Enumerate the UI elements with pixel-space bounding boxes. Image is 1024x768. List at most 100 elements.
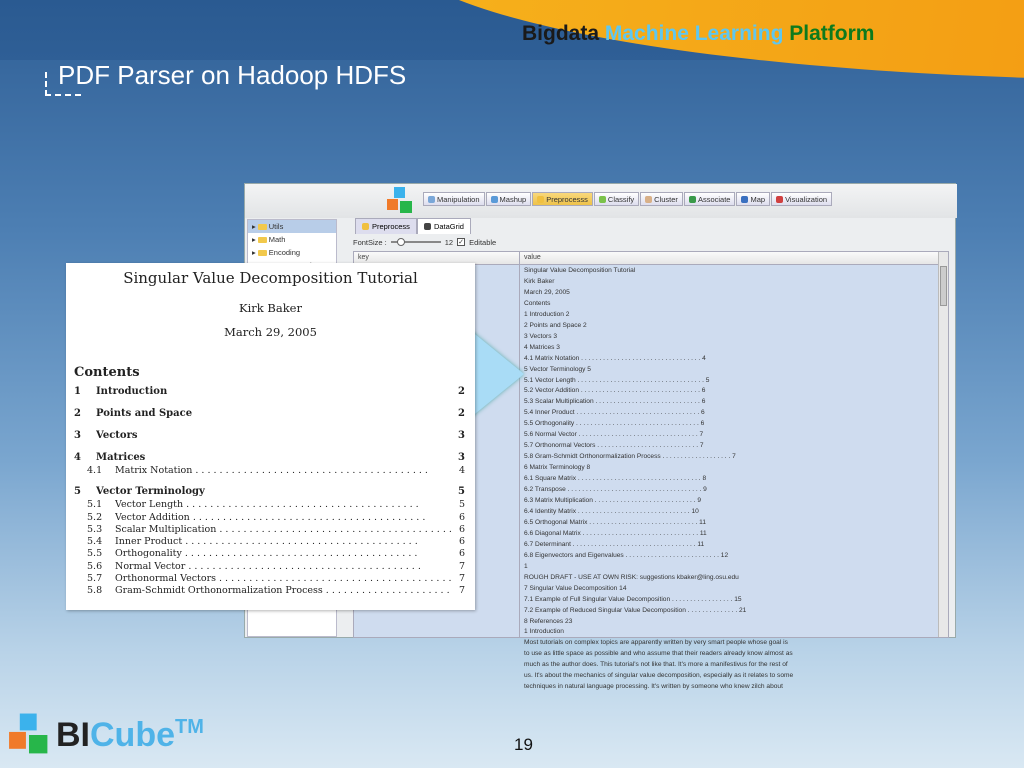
bicube-logo-icon — [387, 187, 412, 213]
toc-section: 5 Vector Terminology 5 — [74, 486, 465, 499]
toolbar-button-label: Associate — [697, 194, 731, 204]
toolbar-button-cluster[interactable]: Cluster — [640, 192, 683, 206]
toc-num: 5.7 — [87, 573, 103, 585]
toolbar-button-label: Visualization — [785, 194, 828, 204]
value-line: much as the author does. This tutorial's… — [524, 661, 788, 669]
expand-arrow-icon[interactable]: ▸ — [252, 222, 256, 231]
toc-subsection: 5.4 Inner Product 6 — [74, 536, 465, 548]
value-line: 5 Vector Terminology 5 — [524, 365, 591, 373]
toc-subsection: 5.2 Vector Addition 6 — [74, 512, 465, 524]
toolbar-button-associate[interactable]: Associate — [683, 192, 736, 206]
toc-title: Scalar Multiplication — [115, 524, 453, 536]
fontsize-value: 12 — [444, 237, 454, 247]
value-line: 1 Introduction 2 — [524, 310, 570, 318]
toolbar-button-classify[interactable]: Classify — [593, 192, 640, 206]
fontsize-label: FontSize : — [353, 237, 387, 247]
toc-section: 3 Vectors 3 — [74, 430, 465, 443]
toc-page: 7 — [458, 560, 465, 572]
toc-num: 2 — [74, 408, 81, 419]
expand-arrow-icon[interactable]: ▸ — [252, 235, 256, 244]
toc-title: Vector Terminology — [96, 486, 205, 498]
toolbar-button-manipulation[interactable]: Manipulation — [423, 192, 485, 206]
tree-item-label: Math — [268, 235, 286, 244]
toolbar-button-mashup[interactable]: Mashup — [485, 192, 532, 206]
editable-label: Editable — [469, 237, 497, 247]
toc-subsection: 5.7 Orthonormal Vectors 7 — [74, 573, 465, 585]
toolbar-button-visualization[interactable]: Visualization — [771, 192, 833, 206]
visualization-icon — [776, 195, 784, 203]
header-part3: Platform — [789, 22, 875, 45]
value-line: 6.4 Identity Matrix . . . . . . . . . . … — [524, 507, 699, 515]
toolbar: Manipulation Mashup Preprocesss Classify Clu… — [245, 184, 957, 218]
toc-title: Inner Product — [115, 536, 453, 548]
page-number: 19 — [514, 735, 533, 754]
tab-label: Preprocess — [372, 222, 410, 231]
pdf-date: March 29, 2005 — [224, 325, 317, 339]
toc-page: 6 — [458, 536, 465, 548]
value-line: 1 Introduction — [524, 628, 564, 636]
tree-item-label: Encoding — [268, 248, 301, 257]
value-line: us. It's about the mechanics of singular… — [524, 672, 794, 680]
toc-page: 6 — [458, 511, 465, 523]
fontsize-row: FontSize : 12 ✓ Editable — [351, 234, 955, 250]
toc-num: 5.2 — [87, 511, 103, 523]
vertical-scrollbar[interactable] — [938, 252, 948, 637]
toc-title: Vectors — [96, 430, 138, 441]
toc-title: Gram-Schmidt Orthonormalization Process — [115, 585, 453, 597]
toc-num: 5.4 — [87, 536, 103, 548]
scrollbar-thumb[interactable] — [940, 266, 947, 306]
value-line: 8 References 23 — [524, 617, 573, 625]
preprocess-icon — [362, 223, 369, 230]
toc-subsection: 5.8 Gram-Schmidt Orthonormalization Proce… — [74, 585, 465, 597]
value-line: 6.5 Orthogonal Matrix . . . . . . . . . … — [524, 518, 706, 526]
tree-item-encoding[interactable]: ▸ Encoding — [248, 246, 336, 259]
tab-label: DataGrid — [433, 222, 464, 231]
toc-num: 4 — [74, 452, 81, 463]
toc-num: 5.5 — [87, 548, 103, 560]
value-line: techniques in natural language processin… — [524, 683, 783, 691]
toolbar-button-label: Map — [750, 194, 766, 204]
toc-subsection: 5.1 Vector Length 5 — [74, 499, 465, 511]
value-line: 6.3 Matrix Multiplication . . . . . . . … — [524, 497, 701, 505]
toc-num: 5.1 — [87, 499, 103, 511]
toolbar-button-map[interactable]: Map — [736, 192, 771, 206]
value-line: 2 Points and Space 2 — [524, 321, 587, 329]
tree-item-utils[interactable]: ▸ Utils — [248, 220, 336, 233]
toc-page: 5 — [458, 499, 465, 511]
slider-handle[interactable] — [396, 238, 405, 246]
value-line: Contents — [524, 299, 551, 307]
classify-icon — [598, 195, 606, 203]
toc-page: 5 — [458, 486, 465, 498]
column-header-value[interactable]: value — [520, 252, 545, 264]
toc-title: Orthonormal Vectors — [115, 573, 453, 585]
header-part1: Bigdata — [522, 22, 600, 45]
value-line: 3 Vectors 3 — [524, 332, 557, 340]
tab-datagrid[interactable]: DataGrid — [416, 218, 471, 234]
tab-preprocess[interactable]: Preprocess — [355, 218, 417, 234]
toc-page: 7 — [458, 585, 465, 597]
toc-page: 2 — [458, 408, 465, 419]
toc-title: Normal Vector — [115, 561, 453, 573]
expand-arrow-icon[interactable]: ▸ — [252, 248, 256, 257]
value-line: 6.8 Eigenvectors and Eigenvalues . . . .… — [524, 551, 729, 559]
fontsize-slider[interactable] — [390, 238, 441, 246]
cluster-icon — [645, 195, 653, 203]
value-line: Kirk Baker — [524, 277, 555, 285]
bicube-logo: BICubeTM — [6, 712, 204, 758]
toc-subsection: 5.6 Normal Vector 7 — [74, 561, 465, 573]
preprocesss-icon — [537, 195, 545, 203]
tree-item-label: Utils — [268, 222, 284, 231]
editable-checkbox[interactable]: ✓ — [457, 238, 466, 246]
value-cell[interactable]: Singular Value Decomposition Tutorial Kir… — [520, 265, 940, 694]
toolbar-button-label: Preprocesss — [546, 194, 588, 204]
value-line: 5.3 Scalar Multiplication . . . . . . . … — [524, 398, 706, 406]
toolbar-button-preprocesss[interactable]: Preprocesss — [532, 192, 593, 206]
toc-title: Vector Addition — [115, 512, 453, 524]
toc-title: Vector Length — [115, 499, 453, 511]
associate-icon — [688, 195, 696, 203]
cube-logo-icon — [9, 713, 48, 754]
pdf-contents-heading: Contents — [74, 365, 140, 380]
value-line: 5.8 Gram-Schmidt Orthonormalization Proc… — [524, 453, 736, 461]
value-line: Most tutorials on complex topics are app… — [524, 639, 788, 647]
tree-item-math[interactable]: ▸ Math — [248, 233, 336, 246]
